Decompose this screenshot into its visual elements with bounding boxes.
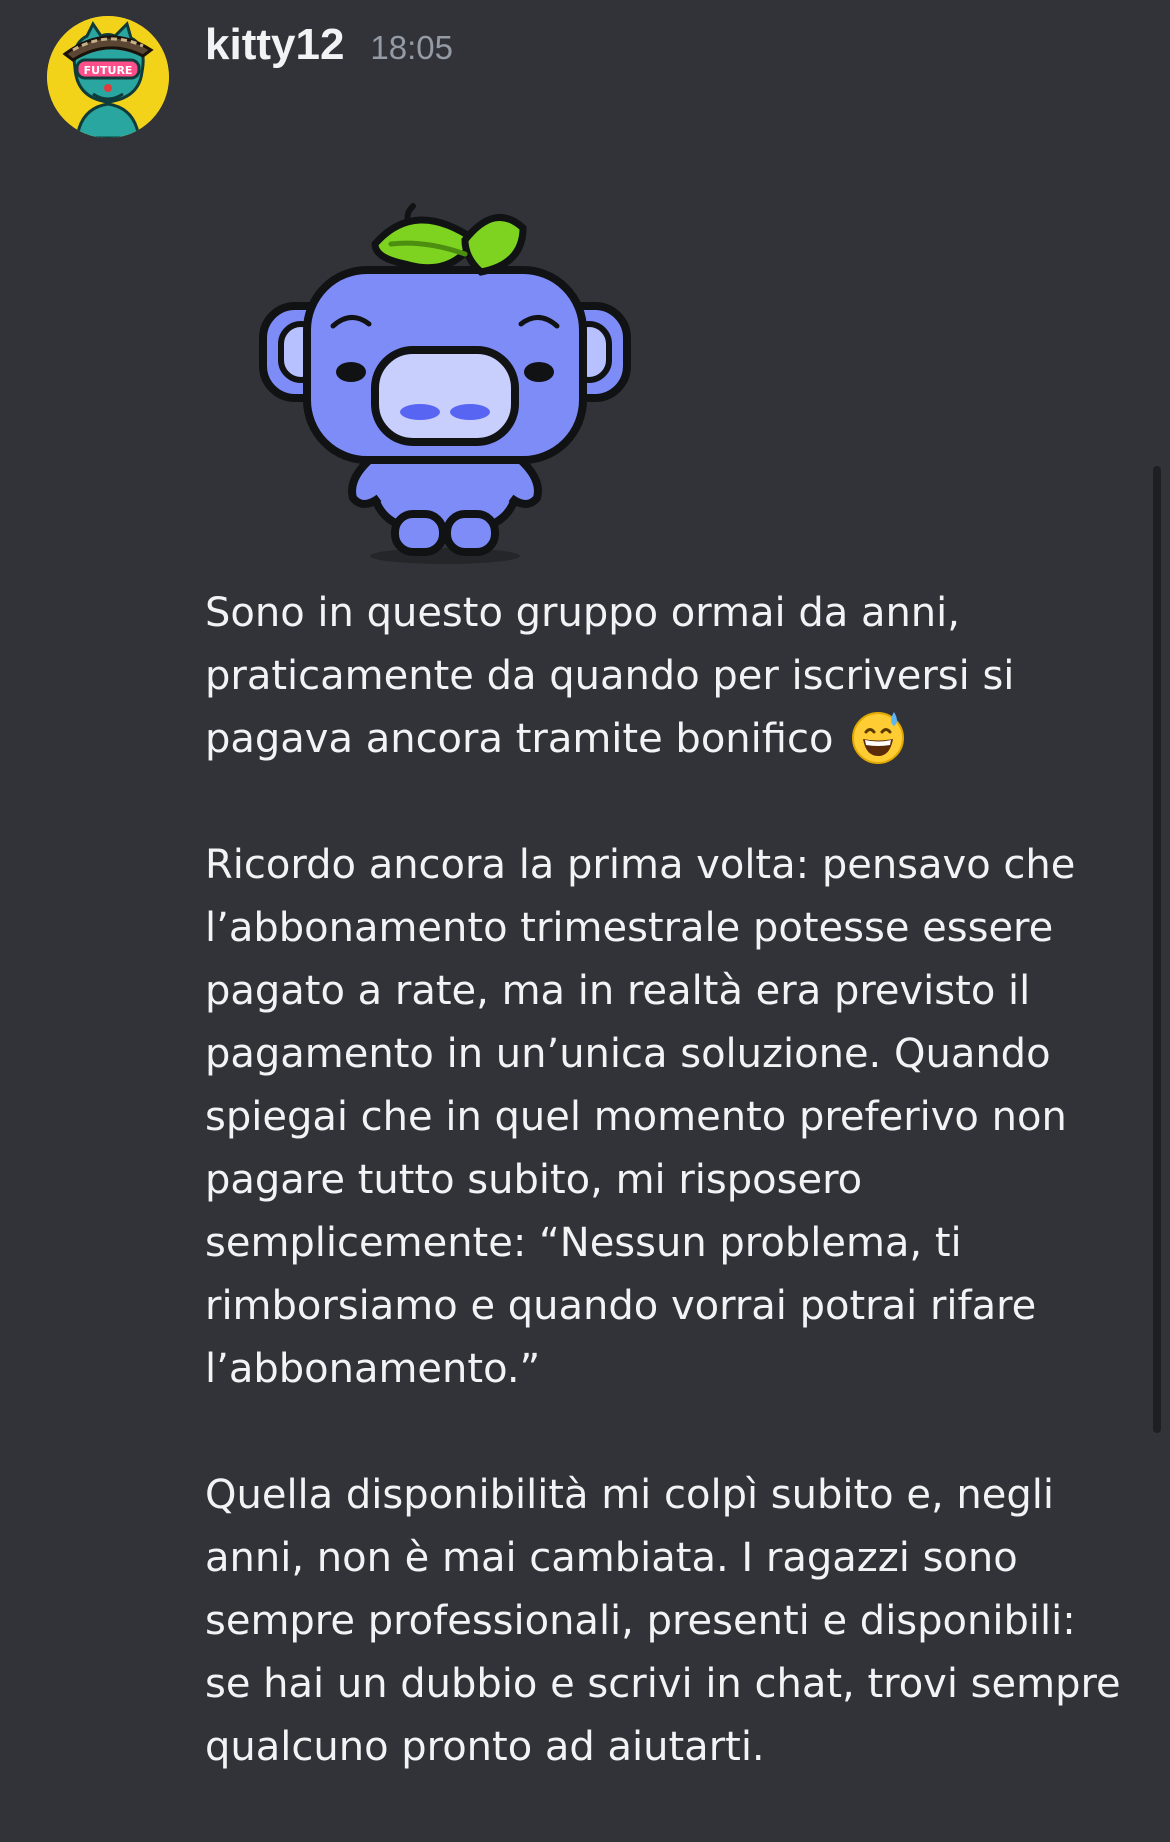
chat-message: FUTURE kitty12 18:05 Sono in questo grup…	[0, 0, 1170, 1796]
avatar[interactable]: FUTURE	[47, 16, 169, 138]
username[interactable]: kitty12	[205, 20, 344, 70]
message-paragraph-3: Quella disponibilità mi colpì subito e, …	[205, 1464, 1140, 1779]
message-line: anni, non è mai cambiata. I ragazzi sono	[205, 1535, 1018, 1581]
message-content: Sono in questo gruppo ormai da anni, pra…	[205, 582, 1140, 1842]
message-line: qualcuno pronto ad aiutarti.	[205, 1724, 765, 1770]
message-line: pagava ancora tramite bonifico	[205, 716, 834, 762]
wumpus-sticker[interactable]	[255, 198, 635, 578]
message-line: pagato a rate, ma in realtà era previsto…	[205, 968, 1031, 1014]
punk-cat-avatar-icon: FUTURE	[47, 16, 169, 138]
message-line: l’abbonamento.”	[205, 1346, 541, 1392]
message-line: Sono in questo gruppo ormai da anni,	[205, 590, 960, 636]
timestamp: 18:05	[370, 29, 454, 66]
message-line: sempre professionali, presenti e disponi…	[205, 1598, 1076, 1644]
message-header: kitty12 18:05	[205, 20, 453, 80]
message-line: pagamento in un’unica soluzione. Quando	[205, 1031, 1051, 1077]
grinning-face-with-sweat-icon	[852, 712, 905, 764]
message-line: Quella disponibilità mi colpì subito e, …	[205, 1472, 1054, 1518]
message-line: l’abbonamento trimestrale potesse essere	[205, 905, 1054, 951]
message-line: semplicemente: “Nessun problema, ti	[205, 1220, 962, 1266]
wumpus-leaf-sticker-icon	[259, 203, 631, 564]
message-line-with-emoji: pagava ancora tramite bonifico	[205, 708, 1140, 771]
message-line: se hai un dubbio e scrivi in chat, trovi…	[205, 1661, 1121, 1707]
message-line: pagare tutto subito, mi risposero	[205, 1157, 863, 1203]
message-line: Ricordo ancora la prima volta: pensavo c…	[205, 842, 1076, 888]
message-line: rimborsiamo e quando vorrai potrai rifar…	[205, 1283, 1037, 1329]
message-paragraph-1: Sono in questo gruppo ormai da anni, pra…	[205, 582, 1140, 771]
scrollbar-thumb[interactable]	[1153, 466, 1161, 1433]
message-line: praticamente da quando per iscriversi si	[205, 653, 1015, 699]
message-line: spiegai che in quel momento preferivo no…	[205, 1094, 1067, 1140]
message-paragraph-2: Ricordo ancora la prima volta: pensavo c…	[205, 834, 1140, 1401]
svg-text:FUTURE: FUTURE	[84, 64, 133, 77]
